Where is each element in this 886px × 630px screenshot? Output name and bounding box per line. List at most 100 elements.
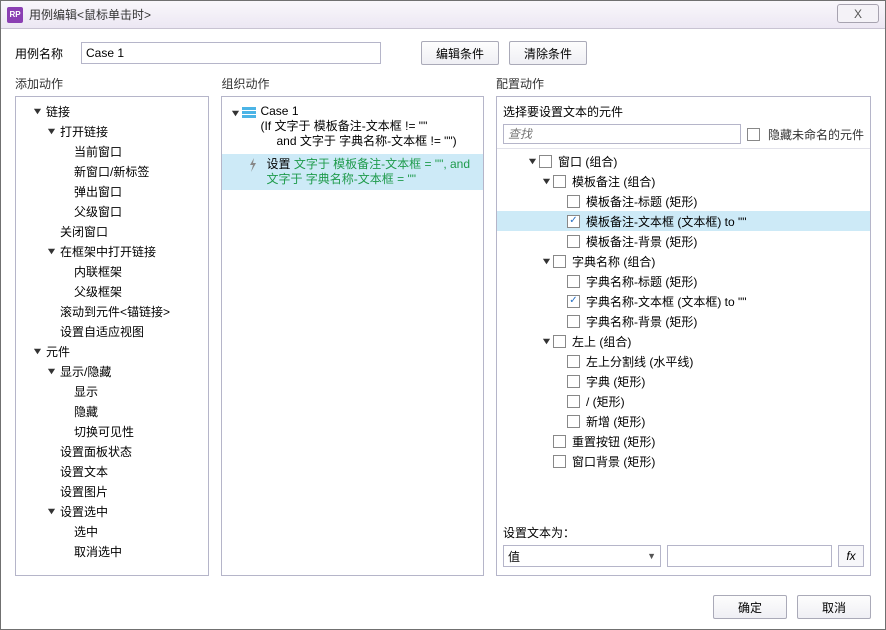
checkbox[interactable] xyxy=(567,315,580,328)
tree-label: 设置面板状态 xyxy=(58,443,134,460)
cfg-node-window-bg[interactable]: 窗口背景 (矩形) xyxy=(497,451,870,471)
org-actions-column: 组织动作 Case 1 (If 文字于 模板备注-文本框 != "" and 文… xyxy=(221,75,484,576)
checkbox[interactable] xyxy=(553,175,566,188)
widget-search-input[interactable] xyxy=(503,124,741,144)
tree-node-parent-frame[interactable]: 父级框架 xyxy=(16,281,208,301)
tree-label: 字典名称 (组合) xyxy=(570,253,657,270)
checkbox[interactable] xyxy=(567,215,580,228)
checkbox[interactable] xyxy=(539,155,552,168)
tree-label: 模板备注-背景 (矩形) xyxy=(584,233,699,250)
set-text-label: 设置文本为： xyxy=(503,524,864,541)
cfg-node-left-line[interactable]: 左上分割线 (水平线) xyxy=(497,351,870,371)
expand-icon[interactable] xyxy=(228,106,242,120)
cfg-node-dn-bg[interactable]: 字典名称-背景 (矩形) xyxy=(497,311,870,331)
tree-node-inline-frame[interactable]: 内联框架 xyxy=(16,261,208,281)
tree-node-selected[interactable]: 选中 xyxy=(16,521,208,541)
org-case-cond1: (If 文字于 模板备注-文本框 != "" xyxy=(260,119,456,134)
tree-node-open-in-frame[interactable]: 在框架中打开链接 xyxy=(16,241,208,261)
tree-label: 新窗口/新标签 xyxy=(72,163,151,180)
org-case-text: Case 1 (If 文字于 模板备注-文本框 != "" and 文字于 字典… xyxy=(260,104,456,149)
checkbox[interactable] xyxy=(553,435,566,448)
cfg-node-mb-group[interactable]: 模板备注 (组合) xyxy=(497,171,870,191)
ok-button[interactable]: 确定 xyxy=(713,595,787,619)
value-type-dropdown[interactable]: 值 ▼ xyxy=(503,545,661,567)
tree-node-links[interactable]: 链接 xyxy=(16,101,208,121)
org-action-detail: 文字于 模板备注-文本框 = "", and 文字于 字典名称-文本框 = "" xyxy=(266,157,470,186)
checkbox[interactable] xyxy=(567,295,580,308)
tree-label: 重置按钮 (矩形) xyxy=(570,433,657,450)
checkbox[interactable] xyxy=(567,235,580,248)
tree-node-set-selected[interactable]: 设置选中 xyxy=(16,501,208,521)
tree-label: 设置自适应视图 xyxy=(58,323,146,340)
add-actions-label: 添加动作 xyxy=(15,75,209,92)
cfg-node-reset-btn[interactable]: 重置按钮 (矩形) xyxy=(497,431,870,451)
edit-condition-button[interactable]: 编辑条件 xyxy=(421,41,499,65)
tree-node-show-hide[interactable]: 显示/隐藏 xyxy=(16,361,208,381)
case-icon xyxy=(242,107,256,119)
tree-node-current-window[interactable]: 当前窗口 xyxy=(16,141,208,161)
cfg-node-mb-bg[interactable]: 模板备注-背景 (矩形) xyxy=(497,231,870,251)
dialog-content: 用例名称 编辑条件 清除条件 添加动作 链接 xyxy=(1,29,885,584)
window-close-button[interactable]: X xyxy=(837,4,879,23)
tree-node-popup[interactable]: 弹出窗口 xyxy=(16,181,208,201)
cfg-node-add-rect[interactable]: 新增 (矩形) xyxy=(497,411,870,431)
hide-unnamed-option[interactable]: 隐藏未命名的元件 xyxy=(747,126,864,143)
expand-icon[interactable] xyxy=(539,174,553,188)
expand-icon[interactable] xyxy=(539,334,553,348)
expand-icon[interactable] xyxy=(44,504,58,518)
cfg-node-dict-rect[interactable]: 字典 (矩形) xyxy=(497,371,870,391)
expand-icon[interactable] xyxy=(44,244,58,258)
checkbox[interactable] xyxy=(567,375,580,388)
cfg-pane: 选择要设置文本的元件 隐藏未命名的元件 xyxy=(496,96,871,576)
cfg-node-dn-text[interactable]: 字典名称-文本框 (文本框) to "" xyxy=(497,291,870,311)
cfg-node-mb-title[interactable]: 模板备注-标题 (矩形) xyxy=(497,191,870,211)
tree-label: 字典名称-文本框 (文本框) to "" xyxy=(584,293,749,310)
checkbox[interactable] xyxy=(553,455,566,468)
tree-node-hide[interactable]: 隐藏 xyxy=(16,401,208,421)
checkbox[interactable] xyxy=(567,415,580,428)
checkbox[interactable] xyxy=(553,255,566,268)
tree-node-panel-state[interactable]: 设置面板状态 xyxy=(16,441,208,461)
tree-node-new-window[interactable]: 新窗口/新标签 xyxy=(16,161,208,181)
close-icon: X xyxy=(854,0,862,28)
add-actions-pane: 链接 打开链接 当前窗口 新窗口/新标 xyxy=(15,96,209,576)
org-case-node[interactable]: Case 1 (If 文字于 模板备注-文本框 != "" and 文字于 字典… xyxy=(222,101,483,152)
tree-node-set-text[interactable]: 设置文本 xyxy=(16,461,208,481)
checkbox[interactable] xyxy=(553,335,566,348)
expand-icon[interactable] xyxy=(539,254,553,268)
tree-node-adaptive-view[interactable]: 设置自适应视图 xyxy=(16,321,208,341)
set-text-value-input[interactable] xyxy=(667,545,832,567)
tree-label: 窗口背景 (矩形) xyxy=(570,453,657,470)
case-name-input[interactable] xyxy=(81,42,381,64)
fx-button[interactable]: fx xyxy=(838,545,864,567)
org-action-node[interactable]: 设置 文字于 模板备注-文本框 = "", and 文字于 字典名称-文本框 =… xyxy=(222,154,483,190)
cfg-node-slash-rect[interactable]: / (矩形) xyxy=(497,391,870,411)
tree-node-close-window[interactable]: 关闭窗口 xyxy=(16,221,208,241)
expand-icon[interactable] xyxy=(525,154,539,168)
cfg-node-left-group[interactable]: 左上 (组合) xyxy=(497,331,870,351)
expand-icon[interactable] xyxy=(44,364,58,378)
tree-node-parent-window[interactable]: 父级窗口 xyxy=(16,201,208,221)
cfg-node-mb-text[interactable]: 模板备注-文本框 (文本框) to "" xyxy=(497,211,870,231)
checkbox[interactable] xyxy=(567,195,580,208)
checkbox[interactable] xyxy=(567,355,580,368)
expand-icon[interactable] xyxy=(30,344,44,358)
tree-node-show[interactable]: 显示 xyxy=(16,381,208,401)
checkbox[interactable] xyxy=(567,395,580,408)
tree-node-scroll-anchor[interactable]: 滚动到元件<锚链接> xyxy=(16,301,208,321)
checkbox[interactable] xyxy=(567,275,580,288)
cfg-node-window-group[interactable]: 窗口 (组合) xyxy=(497,151,870,171)
tree-node-widgets[interactable]: 元件 xyxy=(16,341,208,361)
tree-node-set-image[interactable]: 设置图片 xyxy=(16,481,208,501)
tree-node-toggle[interactable]: 切换可见性 xyxy=(16,421,208,441)
expand-icon[interactable] xyxy=(30,104,44,118)
cfg-node-dn-title[interactable]: 字典名称-标题 (矩形) xyxy=(497,271,870,291)
hide-unnamed-checkbox[interactable] xyxy=(747,128,760,141)
tree-node-unselected[interactable]: 取消选中 xyxy=(16,541,208,561)
tree-node-open-link[interactable]: 打开链接 xyxy=(16,121,208,141)
cfg-node-dn-group[interactable]: 字典名称 (组合) xyxy=(497,251,870,271)
cancel-button[interactable]: 取消 xyxy=(797,595,871,619)
tree-label: 取消选中 xyxy=(72,543,124,560)
expand-icon[interactable] xyxy=(44,124,58,138)
clear-condition-button[interactable]: 清除条件 xyxy=(509,41,587,65)
